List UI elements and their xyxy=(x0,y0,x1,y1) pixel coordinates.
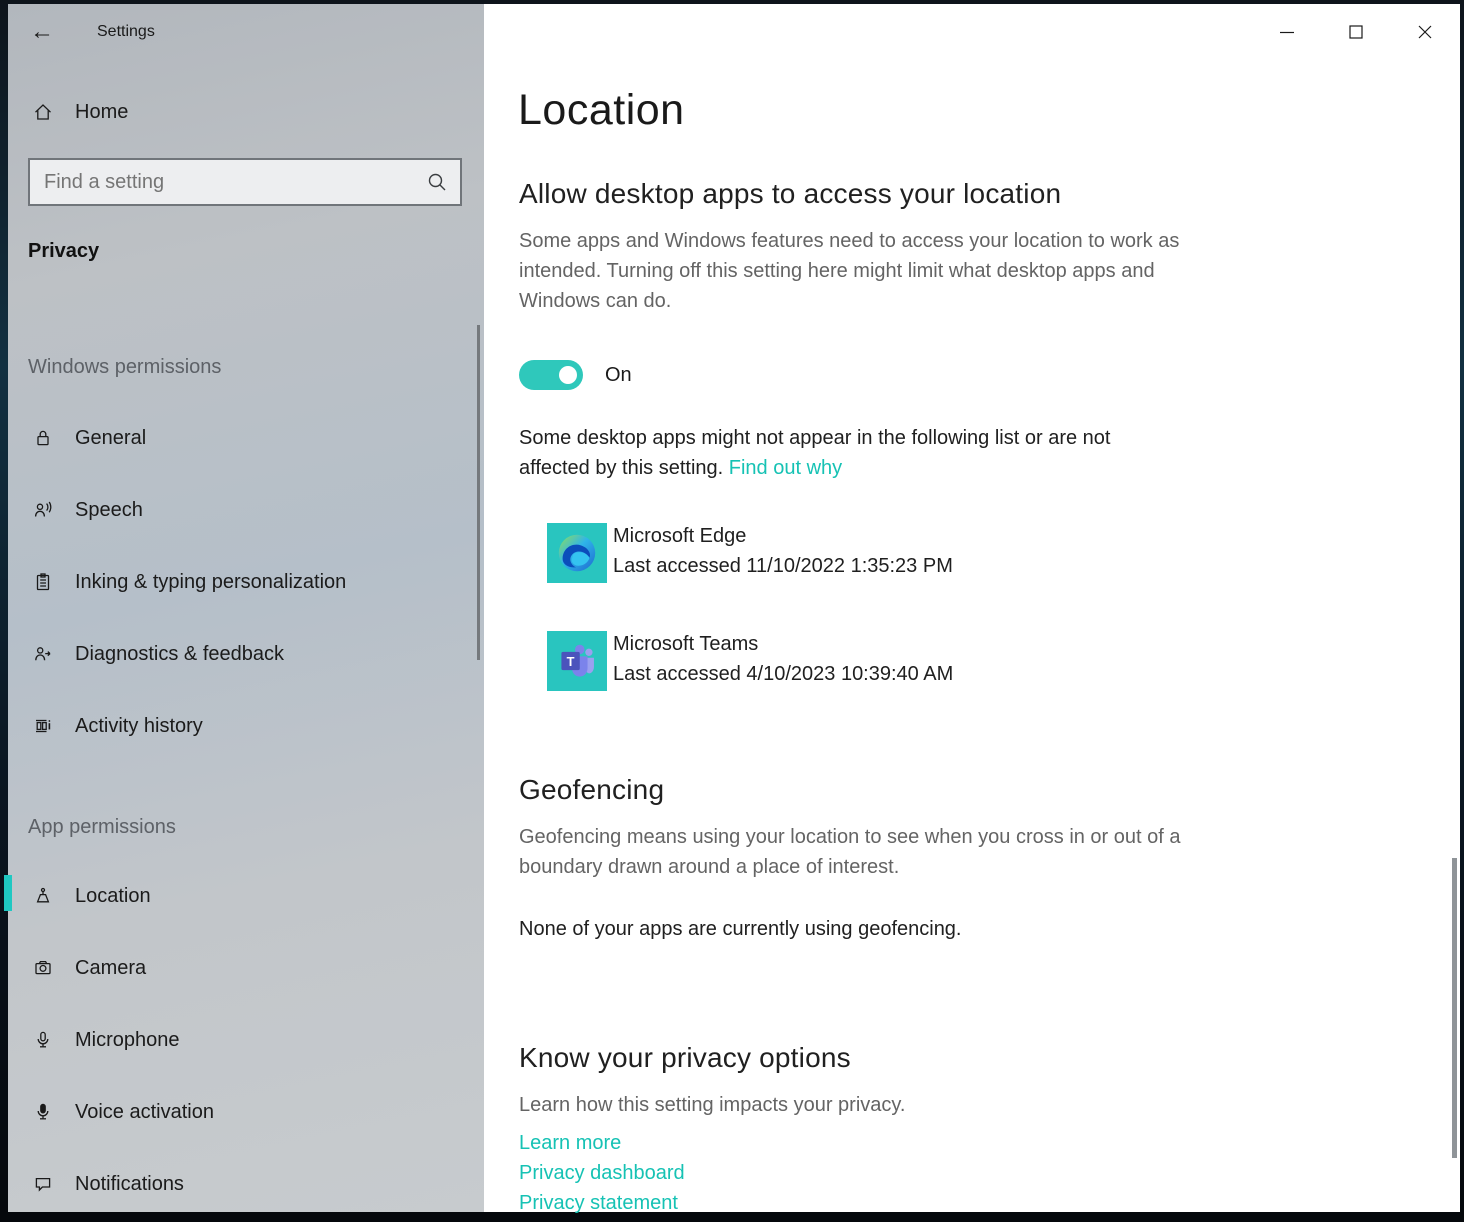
sidebar-item-label: Location xyxy=(75,885,151,908)
desktop-apps-description: Some apps and Windows features need to a… xyxy=(519,226,1191,316)
close-button[interactable] xyxy=(1403,12,1447,52)
speech-icon xyxy=(33,500,53,520)
privacy-options-description: Learn how this setting impacts your priv… xyxy=(519,1090,1209,1120)
back-arrow-icon[interactable]: ← xyxy=(30,14,64,50)
svg-text:T: T xyxy=(567,654,575,669)
sidebar-item-voice-activation[interactable]: Voice activation xyxy=(8,1092,484,1132)
sidebar-item-home[interactable]: Home xyxy=(8,92,484,132)
voice-activation-icon xyxy=(33,1102,53,1122)
sidebar-item-diagnostics[interactable]: Diagnostics & feedback xyxy=(8,634,484,674)
geofencing-status: None of your apps are currently using ge… xyxy=(519,914,1209,944)
sidebar-item-label: General xyxy=(75,427,146,450)
sidebar-item-location[interactable]: Location xyxy=(8,876,484,916)
sidebar-item-label: Voice activation xyxy=(75,1101,214,1124)
main-content: Location Allow desktop apps to access yo… xyxy=(484,4,1460,1212)
toggle-state-label: On xyxy=(605,364,632,387)
sidebar-item-label: Inking & typing personalization xyxy=(75,571,346,594)
search-input[interactable] xyxy=(30,171,426,194)
app-name: Microsoft Edge xyxy=(613,521,953,551)
sidebar-item-camera[interactable]: Camera xyxy=(8,948,484,988)
location-toggle[interactable] xyxy=(519,360,583,390)
activity-history-icon xyxy=(33,716,53,736)
window-title: Settings xyxy=(97,23,155,41)
toggle-knob xyxy=(559,366,577,384)
group-label-windows-permissions: Windows permissions xyxy=(28,356,221,379)
section-heading-privacy-options: Know your privacy options xyxy=(519,1042,851,1074)
sidebar-item-notifications[interactable]: Notifications xyxy=(8,1164,484,1204)
camera-icon xyxy=(33,958,53,978)
sidebar-item-general[interactable]: General xyxy=(8,418,484,458)
person-feedback-icon xyxy=(33,644,53,664)
find-out-why-link[interactable]: Find out why xyxy=(729,457,842,479)
section-heading-geofencing: Geofencing xyxy=(519,774,664,806)
sidebar-item-label: Diagnostics & feedback xyxy=(75,643,284,666)
location-icon xyxy=(33,886,53,906)
sidebar: ← Settings Home Privacy Windows permissi… xyxy=(8,4,484,1212)
microphone-icon xyxy=(33,1030,53,1050)
desktop-apps-note: Some desktop apps might not appear in th… xyxy=(519,423,1174,483)
sidebar-item-inking[interactable]: Inking & typing personalization xyxy=(8,562,484,602)
sidebar-item-label: Activity history xyxy=(75,715,203,738)
sidebar-section-title: Privacy xyxy=(28,240,99,263)
settings-window: ← Settings Home Privacy Windows permissi… xyxy=(0,0,1464,1222)
privacy-dashboard-link[interactable]: Privacy dashboard xyxy=(519,1162,685,1184)
search-icon[interactable] xyxy=(426,171,448,193)
sidebar-item-label: Speech xyxy=(75,499,143,522)
section-heading-desktop-apps: Allow desktop apps to access your locati… xyxy=(519,178,1061,210)
learn-more-link[interactable]: Learn more xyxy=(519,1132,621,1154)
microsoft-edge-icon xyxy=(547,523,607,583)
sidebar-item-speech[interactable]: Speech xyxy=(8,490,484,530)
location-toggle-row: On xyxy=(519,360,632,390)
microsoft-teams-icon: T xyxy=(547,631,607,691)
app-row-microsoft-edge: Microsoft Edge Last accessed 11/10/2022 … xyxy=(547,523,953,583)
sidebar-item-label: Notifications xyxy=(75,1173,184,1196)
sidebar-item-activity-history[interactable]: Activity history xyxy=(8,706,484,746)
page-title: Location xyxy=(518,86,685,135)
maximize-button[interactable] xyxy=(1334,12,1378,52)
search-box xyxy=(28,158,462,206)
app-row-microsoft-teams: T Microsoft Teams Last accessed 4/10/202… xyxy=(547,631,953,691)
home-icon xyxy=(33,102,53,122)
app-last-accessed: Last accessed 4/10/2023 10:39:40 AM xyxy=(613,659,953,689)
app-last-accessed: Last accessed 11/10/2022 1:35:23 PM xyxy=(613,551,953,581)
lock-icon xyxy=(33,428,53,448)
sidebar-item-microphone[interactable]: Microphone xyxy=(8,1020,484,1060)
selected-item-accent-bar xyxy=(4,875,12,911)
notifications-icon xyxy=(33,1174,53,1194)
geofencing-description: Geofencing means using your location to … xyxy=(519,822,1209,882)
main-scrollbar-thumb[interactable] xyxy=(1452,858,1457,1158)
group-label-app-permissions: App permissions xyxy=(28,816,176,839)
clipboard-icon xyxy=(33,572,53,592)
sidebar-item-label: Camera xyxy=(75,957,146,980)
sidebar-item-label: Microphone xyxy=(75,1029,180,1052)
app-name: Microsoft Teams xyxy=(613,629,953,659)
sidebar-item-label: Home xyxy=(75,101,128,124)
minimize-button[interactable] xyxy=(1265,12,1309,52)
sidebar-scrollbar-thumb[interactable] xyxy=(477,325,480,660)
privacy-statement-link[interactable]: Privacy statement xyxy=(519,1192,678,1214)
